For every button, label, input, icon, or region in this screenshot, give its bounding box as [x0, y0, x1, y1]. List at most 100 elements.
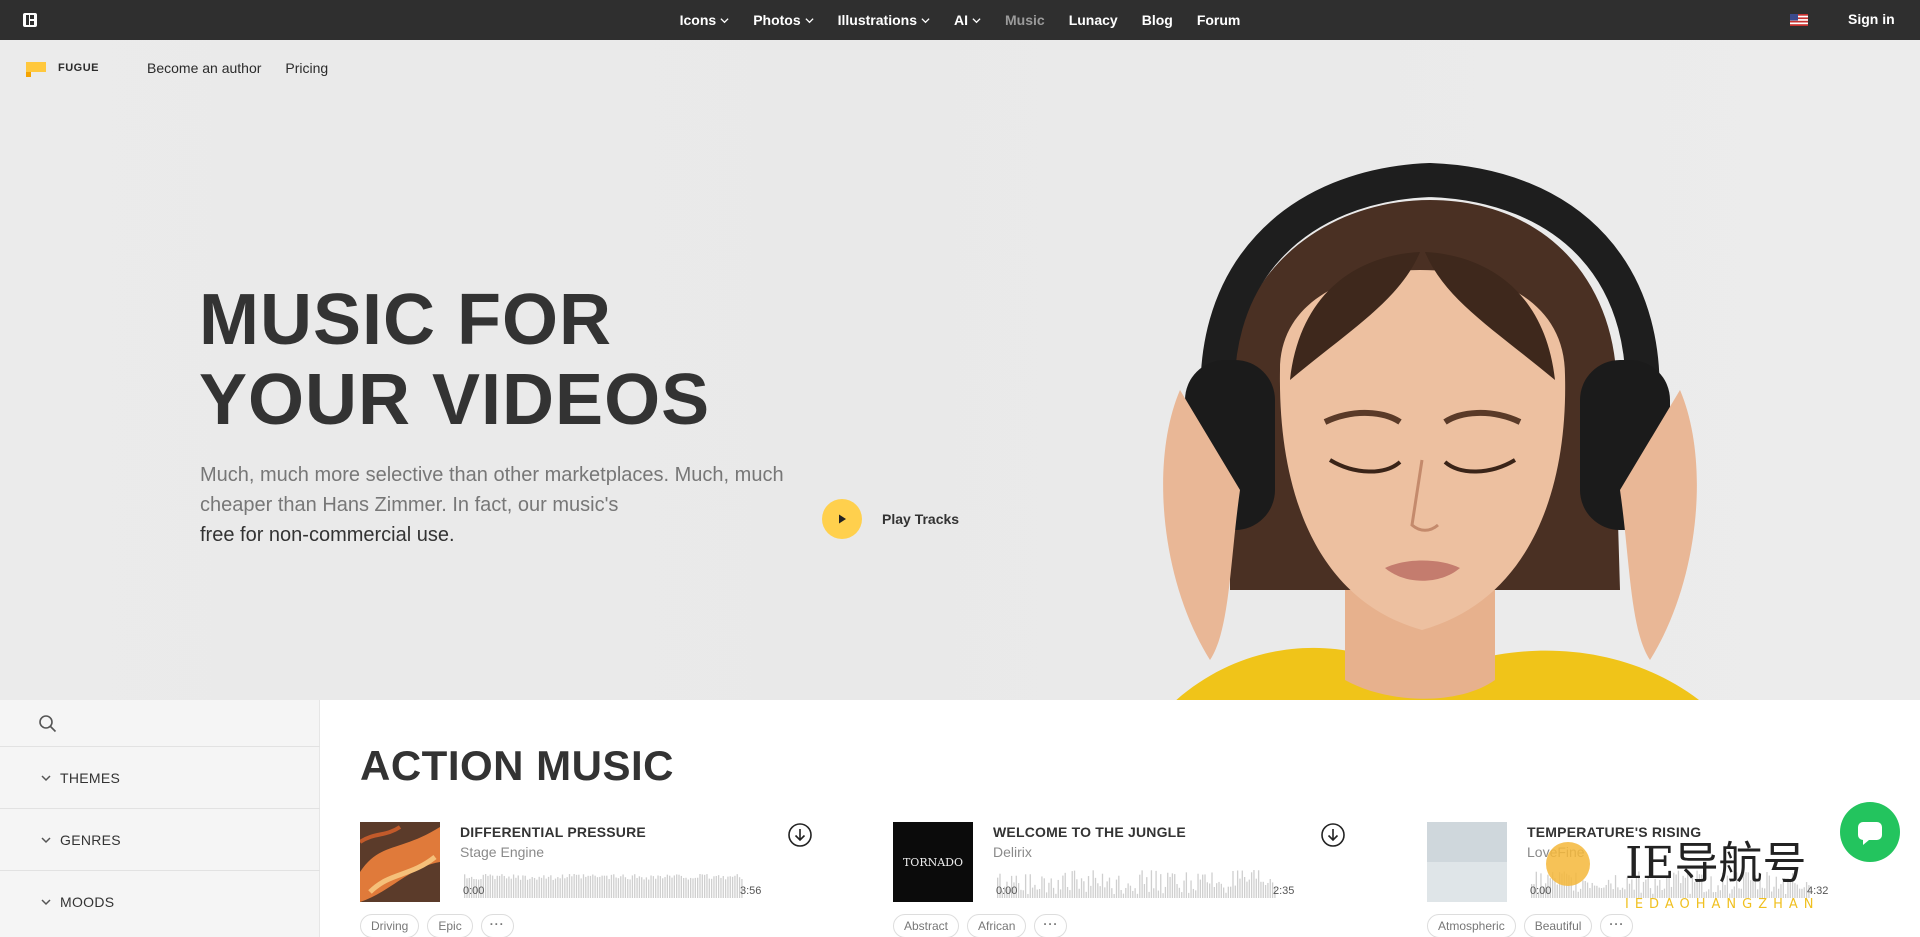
waveform-bar [1190, 880, 1192, 898]
nav-illustrations[interactable]: Illustrations [838, 12, 930, 28]
waveform-bar [1085, 891, 1087, 898]
download-icon[interactable] [1320, 822, 1346, 848]
waveform-bar [1073, 870, 1076, 898]
hero-title: MUSIC FOR YOUR VIDEOS [199, 280, 799, 440]
nav-ai[interactable]: AI [954, 12, 981, 28]
waveform-bar [727, 876, 729, 898]
waveform-bar [1257, 870, 1260, 898]
more-tags-button[interactable]: ··· [1600, 914, 1634, 937]
track-duration: 2:35 [1273, 885, 1295, 897]
waveform-bar [1048, 882, 1050, 898]
play-icon[interactable] [822, 499, 862, 539]
nav-photos[interactable]: Photos [753, 12, 814, 28]
waveform-bar [1185, 872, 1188, 898]
play-tracks-button[interactable]: Play Tracks [822, 499, 959, 539]
waveform-bar [1104, 887, 1106, 898]
waveform-bar [531, 877, 533, 898]
brand-label[interactable]: FUGUE [58, 62, 99, 74]
waveform-bar [1157, 890, 1160, 898]
waveform-bar [1108, 877, 1111, 898]
nav-blog[interactable]: Blog [1142, 12, 1173, 28]
hero-subtitle-strong[interactable]: free for non-commercial use. [200, 524, 455, 546]
nav-lunacy[interactable]: Lunacy [1069, 12, 1118, 28]
waveform-bar [1176, 884, 1178, 898]
album-cover-image[interactable] [360, 822, 440, 902]
nav-photos-label: Photos [753, 12, 801, 28]
waveform-bar [1066, 886, 1069, 898]
waveform-bar [496, 875, 498, 898]
tag[interactable]: Atmospheric [1427, 914, 1516, 937]
waveform-bar [638, 876, 641, 898]
track-artist[interactable]: Stage Engine [460, 844, 544, 860]
track-title[interactable]: WELCOME TO THE JUNGLE [993, 824, 1186, 840]
waveform-bar [1236, 870, 1239, 898]
waveform-bar [636, 877, 638, 898]
waveform-bar [1183, 880, 1185, 898]
track-artist[interactable]: Delirix [993, 844, 1032, 860]
sign-in-link[interactable]: Sign in [1848, 11, 1895, 27]
waveform-bar [1234, 885, 1236, 898]
nav-forum[interactable]: Forum [1197, 12, 1241, 28]
sidebar-item-themes[interactable]: THEMES [0, 746, 320, 808]
waveform-bar [536, 879, 538, 898]
waveform-bar [564, 878, 566, 898]
waveform[interactable] [464, 868, 744, 898]
waveform-bar [1136, 893, 1139, 898]
waveform-bar [1160, 874, 1162, 898]
tag[interactable]: Driving [360, 914, 420, 937]
waveform-bar [722, 876, 724, 898]
waveform-bar [678, 874, 680, 898]
waveform-bar [1029, 874, 1031, 898]
tag[interactable]: African [967, 914, 1027, 937]
fugue-logo-icon[interactable] [26, 58, 46, 78]
waveform-bar [494, 879, 496, 898]
waveform-bar [519, 879, 522, 898]
waveform-bar [508, 876, 510, 898]
more-tags-button[interactable]: ··· [1034, 914, 1068, 937]
waveform-bar [592, 874, 594, 898]
nav-icons[interactable]: Icons [680, 12, 730, 28]
more-tags-button[interactable]: ··· [480, 914, 514, 937]
waveform-bar [1111, 888, 1113, 898]
waveform-bar [1241, 870, 1243, 898]
waveform-bar [680, 875, 682, 898]
hero-subtitle: Much, much more selective than other mar… [200, 460, 790, 550]
chevron-down-icon [41, 774, 51, 781]
waveform-bar [1099, 886, 1101, 898]
become-author-link[interactable]: Become an author [147, 60, 261, 76]
waveform-bar [1071, 871, 1073, 898]
chat-button[interactable] [1840, 802, 1900, 862]
album-cover-image[interactable] [1427, 822, 1507, 902]
track-title[interactable]: DIFFERENTIAL PRESSURE [460, 824, 646, 840]
track-duration: 3:56 [740, 885, 762, 897]
waveform-bar [603, 875, 606, 898]
waveform[interactable] [997, 868, 1277, 898]
waveform-bar [543, 875, 545, 898]
waveform-bar [1134, 888, 1136, 898]
tag[interactable]: Epic [427, 914, 473, 937]
tag[interactable]: Abstract [893, 914, 960, 937]
waveform-bar [1022, 890, 1024, 898]
filter-sidebar: THEMES GENRES MOODS [0, 700, 320, 937]
sidebar-item-moods[interactable]: MOODS [0, 870, 320, 932]
waveform-bar [615, 877, 617, 898]
sidebar-item-genres[interactable]: GENRES [0, 808, 320, 870]
waveform-bar [524, 875, 526, 898]
waveform-bar [1064, 872, 1066, 898]
search-icon[interactable] [38, 714, 58, 734]
waveform-bar [1118, 875, 1120, 898]
download-icon[interactable] [787, 822, 813, 848]
album-cover-image[interactable]: TORNADO [893, 822, 973, 902]
top-bar: Icons Photos Illustrations AI Music Luna… [0, 0, 1920, 40]
waveform-bar [1262, 881, 1264, 898]
sidebar-item-label: GENRES [60, 831, 121, 848]
tag[interactable]: Beautiful [1523, 914, 1593, 937]
waveform-bar [1178, 887, 1181, 898]
pricing-link[interactable]: Pricing [285, 60, 328, 76]
waveform-bar [1055, 893, 1057, 898]
album-cover-text: TORNADO [903, 856, 963, 869]
waveform-bar [1052, 887, 1055, 898]
us-flag-icon[interactable] [1790, 14, 1808, 26]
nav-music[interactable]: Music [1005, 12, 1045, 28]
section-title: ACTION MUSIC [360, 742, 674, 789]
